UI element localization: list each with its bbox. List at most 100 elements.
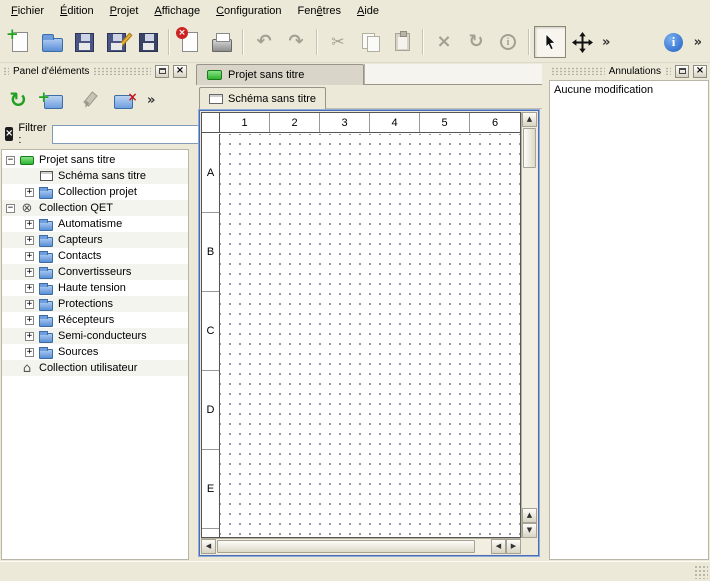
- save-button[interactable]: [68, 26, 100, 58]
- expander-icon[interactable]: +: [25, 284, 34, 293]
- diagram-canvas[interactable]: [220, 134, 520, 537]
- expander-icon[interactable]: −: [6, 156, 15, 165]
- dock-grip[interactable]: [3, 67, 9, 75]
- filter-input[interactable]: [52, 125, 202, 144]
- paste-button[interactable]: [386, 26, 418, 58]
- folder-icon: [38, 185, 54, 199]
- open-project-button[interactable]: [36, 26, 68, 58]
- save-all-icon: [139, 33, 158, 52]
- elements-panel-titlebar[interactable]: Panel d'éléments ×: [0, 63, 190, 79]
- undo-panel-titlebar[interactable]: Annulations ×: [548, 63, 710, 79]
- float-panel-button[interactable]: [155, 65, 169, 78]
- menu-affichage[interactable]: Affichage: [146, 1, 208, 21]
- tree-item-recepteurs[interactable]: + Récepteurs: [2, 312, 188, 328]
- tree-item-contacts[interactable]: + Contacts: [2, 248, 188, 264]
- edit-element-button[interactable]: [73, 85, 103, 115]
- toolbar-overflow-button[interactable]: »: [598, 36, 614, 49]
- filter-label: Filtrer :: [18, 122, 46, 146]
- row-headers: A B C D E: [202, 134, 220, 537]
- save-as-button[interactable]: [100, 26, 132, 58]
- tree-item-sources[interactable]: + Sources: [2, 344, 188, 360]
- tree-item-schema[interactable]: Schéma sans titre: [2, 168, 188, 184]
- expander-icon[interactable]: +: [25, 316, 34, 325]
- delete-button[interactable]: ×: [428, 26, 460, 58]
- horizontal-scroll-thumb[interactable]: [217, 540, 475, 553]
- expander-icon[interactable]: +: [25, 252, 34, 261]
- tree-item-protections[interactable]: + Protections: [2, 296, 188, 312]
- panel-toolbar-overflow-button[interactable]: »: [143, 94, 159, 107]
- element-info-button[interactable]: i: [492, 26, 524, 58]
- copy-button[interactable]: [354, 26, 386, 58]
- redo-icon: ↷: [288, 33, 303, 51]
- new-element-button[interactable]: +: [38, 85, 68, 115]
- horizontal-scroll-track[interactable]: [476, 539, 491, 554]
- tree-item-collection-utilisateur[interactable]: ⌂ Collection utilisateur: [2, 360, 188, 376]
- reload-collections-button[interactable]: ↻: [3, 85, 33, 115]
- scroll-right-button[interactable]: ▶: [506, 539, 521, 554]
- menu-edition[interactable]: Édition: [52, 1, 102, 21]
- undo-history-list[interactable]: Aucune modification: [549, 80, 709, 560]
- undo-button[interactable]: ↶: [248, 26, 280, 58]
- menu-projet[interactable]: Projet: [102, 1, 147, 21]
- dock-grip[interactable]: [551, 67, 605, 75]
- tree-item-label: Semi-conducteurs: [58, 330, 147, 342]
- tree-item-project[interactable]: − Projet sans titre: [2, 152, 188, 168]
- menu-aide[interactable]: Aide: [349, 1, 387, 21]
- new-project-button[interactable]: +: [4, 26, 36, 58]
- expander-icon[interactable]: −: [6, 204, 15, 213]
- tree-item-collection-projet[interactable]: + Collection projet: [2, 184, 188, 200]
- scroll-left-button[interactable]: ◀: [201, 539, 216, 554]
- scroll-left-button-2[interactable]: ◀: [491, 539, 506, 554]
- toolbar-extension-button[interactable]: »: [690, 36, 706, 49]
- header-corner: [202, 113, 220, 132]
- schema-tab[interactable]: Schéma sans titre: [199, 87, 326, 109]
- toolbar-separator: [316, 29, 318, 55]
- tree-item-semi-conducteurs[interactable]: + Semi-conducteurs: [2, 328, 188, 344]
- tree-item-haute-tension[interactable]: + Haute tension: [2, 280, 188, 296]
- tree-item-label: Collection QET: [39, 202, 113, 214]
- expander-icon[interactable]: +: [25, 220, 34, 229]
- float-panel-button[interactable]: [675, 65, 689, 78]
- vertical-scroll-thumb[interactable]: [523, 128, 536, 168]
- vertical-scroll-track[interactable]: [522, 169, 537, 508]
- expander-icon[interactable]: +: [25, 236, 34, 245]
- tree-item-capteurs[interactable]: + Capteurs: [2, 232, 188, 248]
- project-tab[interactable]: Projet sans titre: [196, 64, 364, 85]
- horizontal-scrollbar[interactable]: ◀ ◀ ▶: [201, 538, 521, 554]
- scroll-down-button[interactable]: ▼: [522, 523, 537, 538]
- save-all-button[interactable]: [132, 26, 164, 58]
- elements-tree[interactable]: − Projet sans titre Schéma sans titre + …: [1, 149, 189, 560]
- close-panel-button[interactable]: ×: [693, 65, 707, 78]
- tree-item-convertisseurs[interactable]: + Convertisseurs: [2, 264, 188, 280]
- rotate-button[interactable]: ↻: [460, 26, 492, 58]
- vertical-scrollbar[interactable]: ▲ ▲ ▼: [521, 112, 537, 538]
- delete-element-button[interactable]: ×: [108, 85, 138, 115]
- tree-item-automatisme[interactable]: + Automatisme: [2, 216, 188, 232]
- scrollbar-corner: [521, 538, 537, 554]
- select-tool-button[interactable]: [534, 26, 566, 58]
- resize-grip[interactable]: [694, 565, 708, 579]
- scroll-up-button-2[interactable]: ▲: [522, 508, 537, 523]
- expander-icon[interactable]: +: [25, 332, 34, 341]
- dock-grip[interactable]: [665, 67, 671, 75]
- move-tool-button[interactable]: [566, 26, 598, 58]
- about-qet-button[interactable]: i: [658, 26, 690, 58]
- scroll-up-button[interactable]: ▲: [522, 112, 537, 127]
- elements-panel-dock: Panel d'éléments × ↻ + × » × Filtrer : −…: [0, 63, 190, 561]
- expander-icon[interactable]: +: [25, 300, 34, 309]
- expander-icon[interactable]: +: [25, 268, 34, 277]
- close-panel-button[interactable]: ×: [173, 65, 187, 78]
- expander-icon[interactable]: +: [25, 348, 34, 357]
- print-button[interactable]: [206, 26, 238, 58]
- menu-fichier[interactable]: Fichier: [3, 1, 52, 21]
- close-project-button[interactable]: ×: [174, 26, 206, 58]
- dock-grip[interactable]: [93, 67, 151, 75]
- schema-tab-icon: [209, 94, 223, 104]
- clear-filter-button[interactable]: ×: [5, 127, 13, 141]
- menu-configuration[interactable]: Configuration: [208, 1, 289, 21]
- cut-button[interactable]: ✂: [322, 26, 354, 58]
- tree-item-collection-qet[interactable]: − ⊗ Collection QET: [2, 200, 188, 216]
- menu-fenetres[interactable]: Fenêtres: [290, 1, 349, 21]
- expander-icon[interactable]: +: [25, 188, 34, 197]
- redo-button[interactable]: ↷: [280, 26, 312, 58]
